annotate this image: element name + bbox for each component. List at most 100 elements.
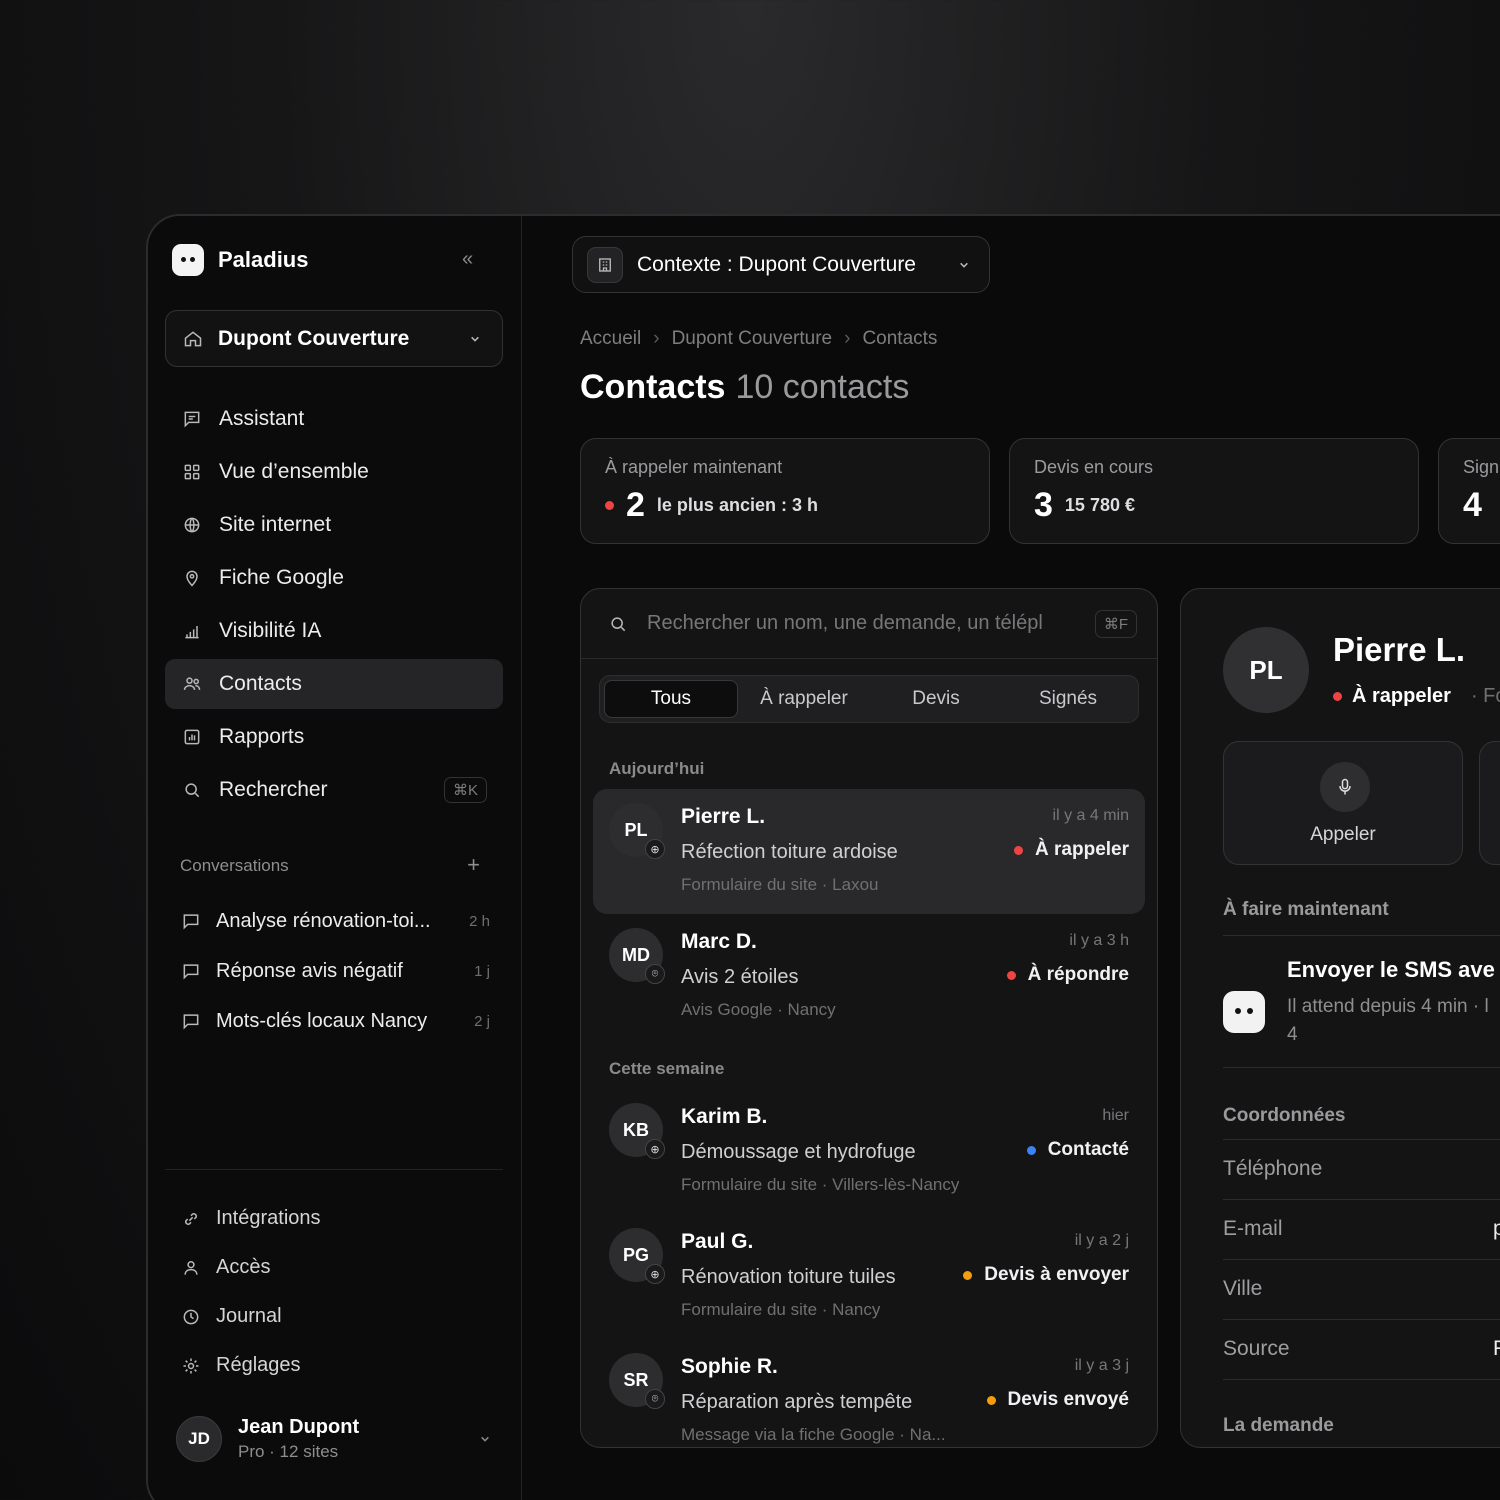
call-button[interactable]: Appeler: [1223, 741, 1463, 865]
contact-source: Avis Google · Nancy: [681, 1000, 836, 1019]
contact-source: Formulaire du site · Villers-lès-Nancy: [681, 1175, 960, 1194]
contact-source: Formulaire du site · Nancy: [681, 1300, 881, 1319]
contact-time: il y a 4 min: [1052, 807, 1129, 824]
workspace-select[interactable]: Dupont Couverture: [165, 310, 503, 367]
map-pin-icon: ⌾: [645, 964, 665, 984]
status-label: À rappeler: [1352, 685, 1451, 707]
breadcrumb: Accueil › Dupont Couverture › Contacts: [580, 328, 937, 350]
status-badge: Contacté: [1026, 1139, 1129, 1161]
page-title-text: Contacts: [580, 368, 726, 406]
tab-callback[interactable]: À rappeler: [738, 680, 870, 718]
status-extra: · Fo: [1470, 685, 1500, 707]
search-shortcut: ⌘F: [1094, 609, 1137, 638]
divider: [1223, 1379, 1500, 1380]
stat-card-quotes[interactable]: Devis en cours 3 15 780 €: [1009, 438, 1419, 544]
conversation-item[interactable]: Réponse avis négatif 1 j: [180, 946, 490, 996]
contact-name: Paul G.: [681, 1230, 754, 1253]
add-conversation-icon[interactable]: +: [467, 854, 480, 876]
brand[interactable]: Paladius: [172, 244, 308, 276]
stat-card-callback[interactable]: À rappeler maintenant 2 le plus ancien :…: [580, 438, 990, 544]
field-phone-label: Téléphone: [1223, 1157, 1323, 1180]
workspace-name: Dupont Couverture: [218, 326, 410, 350]
report-icon: [181, 726, 203, 748]
users-icon: [181, 673, 203, 695]
globe-icon: ⊕: [645, 1139, 665, 1159]
sidebar-item-integrations[interactable]: Intégrations: [180, 1194, 490, 1243]
chevron-down-icon: [474, 1428, 496, 1450]
field-email-value[interactable]: p: [1493, 1217, 1500, 1241]
conversation-list: Analyse rénovation-toi... 2 h Réponse av…: [180, 896, 490, 1046]
sidebar-item-overview[interactable]: Vue d’ensemble: [165, 447, 503, 497]
conversation-title: Réponse avis négatif: [216, 959, 403, 982]
tab-all[interactable]: Tous: [604, 680, 738, 718]
status-dot: [1026, 1145, 1036, 1155]
breadcrumb-separator: ›: [653, 328, 660, 349]
secondary-action-button[interactable]: [1479, 741, 1500, 865]
sidebar-item-reports[interactable]: Rapports: [165, 712, 503, 762]
conversation-item[interactable]: Mots-clés locaux Nancy 2 j: [180, 996, 490, 1046]
contact-request: Rénovation toiture tuiles: [681, 1266, 896, 1288]
chat-icon: [180, 910, 202, 932]
bar-chart-icon: [181, 620, 203, 642]
todo-item-title[interactable]: Envoyer le SMS ave: [1287, 957, 1495, 983]
status-label: À répondre: [1027, 964, 1129, 985]
assistant-logo-icon: [1223, 991, 1265, 1033]
contact-row[interactable]: PG ⊕ Paul G. Rénovation toiture tuiles F…: [593, 1214, 1145, 1339]
stat-sub: 15 780 €: [1064, 495, 1135, 515]
chat-icon: [180, 960, 202, 982]
contact-source: Message via la fiche Google · Na...: [681, 1425, 946, 1444]
user-menu[interactable]: JD Jean Dupont Pro · 12 sites: [176, 1416, 496, 1462]
sidebar-item-journal[interactable]: Journal: [180, 1292, 490, 1341]
building-icon: [587, 246, 623, 283]
breadcrumb-workspace[interactable]: Dupont Couverture: [672, 328, 833, 350]
divider: [1223, 1319, 1500, 1320]
sidebar-item-access[interactable]: Accès: [180, 1243, 490, 1292]
field-source-value: F: [1493, 1337, 1500, 1361]
secondary-nav: Intégrations Accès Journal Réglages: [180, 1194, 490, 1390]
field-email-label: E-mail: [1223, 1217, 1283, 1240]
sidebar-item-search[interactable]: Rechercher ⌘K: [165, 765, 503, 815]
sidebar-item-google-profile[interactable]: Fiche Google: [165, 553, 503, 603]
stat-label: Devis en cours: [1034, 457, 1154, 477]
home-icon: [182, 328, 204, 350]
grid-icon: [181, 461, 203, 483]
breadcrumb-home[interactable]: Accueil: [580, 328, 641, 350]
contact-detail-panel: PL Pierre L. À rappeler · Fo Appeler À f…: [1180, 588, 1500, 1448]
contact-row[interactable]: SR ⌾ Sophie R. Réparation après tempête …: [593, 1339, 1145, 1447]
sidebar-item-ai-visibility[interactable]: Visibilité IA: [165, 606, 503, 656]
contact-name: Sophie R.: [681, 1355, 778, 1378]
sidebar-item-label: Vue d’ensemble: [219, 460, 369, 483]
status-label: Devis à envoyer: [984, 1264, 1129, 1285]
status-badge: À rappeler · Fo: [1333, 685, 1500, 708]
globe-icon: ⊕: [645, 839, 665, 859]
context-select[interactable]: Contexte : Dupont Couverture: [572, 236, 990, 293]
sidebar-item-settings[interactable]: Réglages: [180, 1341, 490, 1390]
conversation-time: 1 j: [474, 962, 490, 980]
contact-row[interactable]: PL ⊕ Pierre L. Réfection toiture ardoise…: [593, 789, 1145, 914]
search-icon: [181, 779, 203, 801]
sidebar-item-website[interactable]: Site internet: [165, 500, 503, 550]
sidebar-item-assistant[interactable]: Assistant: [165, 394, 503, 444]
status-dot: [1014, 845, 1024, 855]
contact-row[interactable]: MD ⌾ Marc D. Avis 2 étoiles Avis Google …: [593, 914, 1145, 1039]
contact-row[interactable]: KB ⊕ Karim B. Démoussage et hydrofuge Fo…: [593, 1089, 1145, 1214]
stat-card-signed[interactable]: Sign 4: [1438, 438, 1500, 544]
contact-request: Réparation après tempête: [681, 1391, 913, 1413]
divider: [1223, 935, 1500, 936]
tab-quotes[interactable]: Devis: [870, 680, 1002, 718]
user-plan: Pro · 12 sites: [238, 1442, 339, 1461]
collapse-sidebar-icon[interactable]: «: [462, 248, 473, 271]
conversation-item[interactable]: Analyse rénovation-toi... 2 h: [180, 896, 490, 946]
search-input[interactable]: [647, 612, 1077, 635]
status-dot: [1333, 692, 1342, 701]
chat-icon: [181, 408, 203, 430]
detail-name: Pierre L.: [1333, 631, 1466, 668]
contact-name: Marc D.: [681, 930, 757, 953]
search-shortcut: ⌘K: [443, 777, 487, 803]
sidebar-item-label: Contacts: [219, 672, 302, 695]
tab-signed[interactable]: Signés: [1002, 680, 1134, 718]
context-label: Contexte : Dupont Couverture: [637, 252, 916, 276]
contact-name: Karim B.: [681, 1105, 768, 1128]
sidebar-item-contacts[interactable]: Contacts: [165, 659, 503, 709]
map-pin-icon: ⌾: [645, 1389, 665, 1409]
